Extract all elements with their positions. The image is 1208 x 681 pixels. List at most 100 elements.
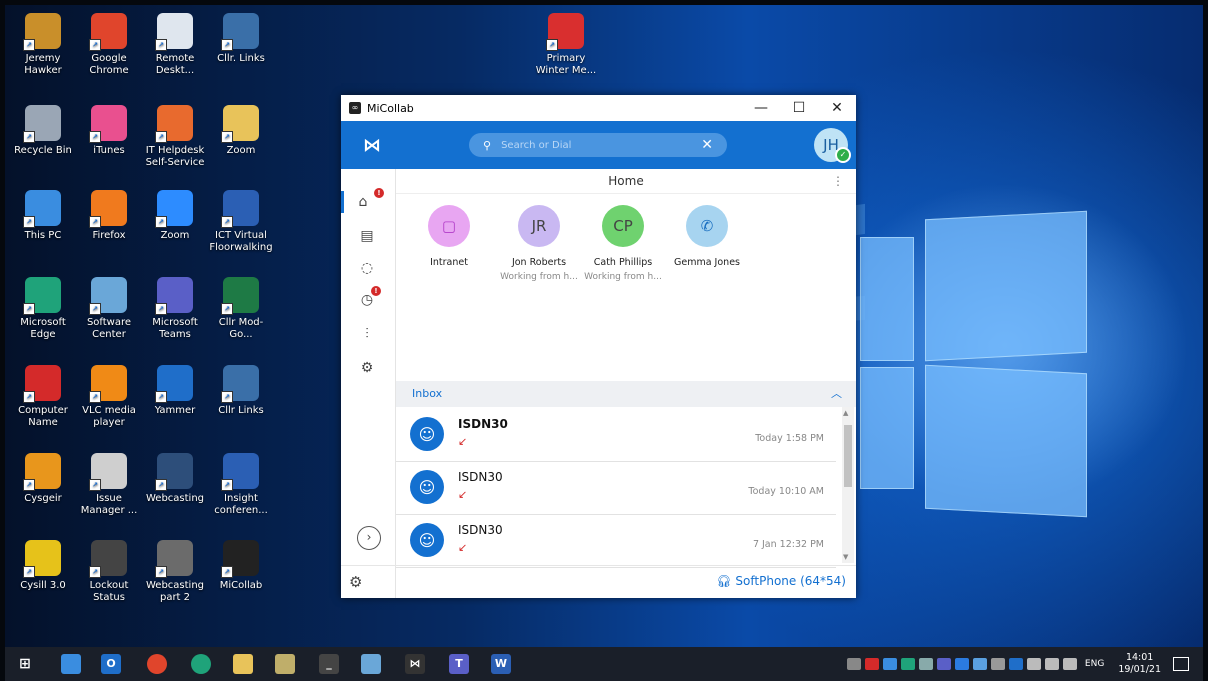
- desktop-icon[interactable]: ↗ Zoom: [208, 105, 274, 157]
- logo-pane: [925, 210, 1087, 362]
- favorite-contact[interactable]: ✆ Gemma Jones: [664, 205, 750, 272]
- desktop-icon[interactable]: ↗ Google Chrome: [76, 13, 142, 77]
- desktop-icon[interactable]: ↗ Jeremy Hawker: [10, 13, 76, 77]
- desktop-icon[interactable]: ↗ Cllr Links: [208, 365, 274, 417]
- desktop-icon[interactable]: ↗ Primary Winter Me...: [533, 13, 599, 77]
- contacts-nav-button[interactable]: ▤: [355, 225, 379, 247]
- desktop-icon[interactable]: ↗ iTunes: [76, 105, 142, 157]
- inbox-item[interactable]: ☺ ISDN30 ↙ Today 10:10 AM: [396, 462, 836, 515]
- desktop-icon[interactable]: ↗ Software Center: [76, 277, 142, 341]
- desktop-icon[interactable]: ↗ This PC: [10, 190, 76, 242]
- bluetooth-icon[interactable]: [1008, 658, 1023, 670]
- desktop-icon[interactable]: ↗ Microsoft Teams: [142, 277, 208, 341]
- taskbar-explorer-icon[interactable]: [61, 654, 81, 674]
- tray-icon[interactable]: [954, 658, 969, 670]
- tray-icon[interactable]: [900, 658, 915, 670]
- tray-icon[interactable]: [864, 658, 879, 670]
- search-bar[interactable]: ⚲ Search or Dial ✕: [469, 133, 727, 157]
- start-button[interactable]: ⊞: [15, 654, 35, 674]
- desktop-icon[interactable]: ↗ Issue Manager ...: [76, 453, 142, 517]
- tray-icon[interactable]: [918, 658, 933, 670]
- search-input[interactable]: Search or Dial: [501, 140, 571, 151]
- desktop-icon[interactable]: ↗ Computer Name: [10, 365, 76, 429]
- desktop-icon[interactable]: ↗ MiCollab: [208, 540, 274, 592]
- close-button[interactable]: ✕: [818, 100, 856, 116]
- inbox-item[interactable]: ☺ ISDN30 ↙ 7 Jan 12:32 PM: [396, 515, 836, 568]
- desktop-icon[interactable]: ↗ Cysgeir: [10, 453, 76, 505]
- user-avatar[interactable]: JH ✓: [814, 128, 851, 163]
- scroll-thumb[interactable]: [844, 425, 852, 487]
- network-icon[interactable]: [1044, 658, 1059, 670]
- desktop-icon[interactable]: ↗ Cllr Mod-Go...: [208, 277, 274, 341]
- tray-icon[interactable]: [882, 658, 897, 670]
- desktop-icon[interactable]: ↗ Lockout Status: [76, 540, 142, 604]
- favorite-contact[interactable]: CP Cath Phillips Working from h...: [580, 205, 666, 282]
- app-header: ⋈ ⚲ Search or Dial ✕ JH ✓: [341, 121, 856, 169]
- scroll-down-icon[interactable]: ▼: [843, 553, 848, 561]
- power-icon[interactable]: [1026, 658, 1041, 670]
- taskbar-sticky-notes-icon[interactable]: [233, 654, 253, 674]
- scroll-up-icon[interactable]: ▲: [843, 409, 848, 417]
- desktop-icon[interactable]: ↗ Remote Deskt...: [142, 13, 208, 77]
- inbox-header[interactable]: Inbox ︿: [396, 381, 856, 407]
- taskbar-remote-icon[interactable]: [361, 654, 381, 674]
- desktop-icon[interactable]: ↗ Microsoft Edge: [10, 277, 76, 341]
- desktop-icon[interactable]: ↗ Insight conferen...: [208, 453, 274, 517]
- shortcut-arrow-icon: ↗: [23, 303, 35, 315]
- micollab-window[interactable]: ∞ MiCollab — ☐ ✕ ⋈ ⚲ Search or Dial ✕ JH…: [341, 95, 856, 598]
- desktop-icon[interactable]: ↗ Cysill 3.0: [10, 540, 76, 592]
- contact-status: Working from h...: [500, 272, 578, 282]
- maximize-button[interactable]: ☐: [780, 100, 818, 116]
- contact-name: Cath Phillips: [593, 257, 653, 268]
- expand-rail-button[interactable]: ›: [357, 526, 381, 550]
- favorite-contact[interactable]: ▢ Intranet: [406, 205, 492, 272]
- clock[interactable]: 14:01 19/01/21: [1118, 652, 1161, 676]
- title-bar[interactable]: ∞ MiCollab — ☐ ✕: [341, 95, 856, 121]
- volume-icon[interactable]: [1062, 658, 1077, 670]
- more-options-icon[interactable]: ⋮: [832, 169, 844, 193]
- tray-icon[interactable]: [846, 658, 861, 670]
- desktop-icon[interactable]: ↗ Recycle Bin: [10, 105, 76, 157]
- taskbar-micollab-icon[interactable]: ⋈: [405, 654, 425, 674]
- language-indicator[interactable]: ENG: [1085, 659, 1104, 669]
- shortcut-arrow-icon: ↗: [221, 216, 233, 228]
- desktop-icon[interactable]: ↗ IT Helpdesk Self-Service: [142, 105, 208, 169]
- taskbar-outlook-icon[interactable]: O: [101, 654, 121, 674]
- desktop-icon[interactable]: ↗ Zoom: [142, 190, 208, 242]
- home-nav-button[interactable]: ⌂!: [341, 188, 384, 213]
- desktop-icon[interactable]: ↗ Webcasting part 2: [142, 540, 208, 604]
- taskbar-terminal-icon[interactable]: _: [319, 654, 339, 674]
- desktop-icon[interactable]: ↗ Firefox: [76, 190, 142, 242]
- taskbar-eraser-icon[interactable]: [275, 654, 295, 674]
- chevron-up-icon[interactable]: ︿: [831, 381, 842, 407]
- taskbar-chrome-icon[interactable]: [147, 654, 167, 674]
- desktop-icon[interactable]: ↗ Yammer: [142, 365, 208, 417]
- desktop-icon[interactable]: ↗ VLC media player: [76, 365, 142, 429]
- user-icon: ☺: [410, 523, 444, 557]
- desktop-icon-label: Webcasting part 2: [145, 580, 205, 603]
- clear-search-icon[interactable]: ✕: [701, 137, 713, 153]
- inbox-item[interactable]: ☺ ISDN30 ↙ Today 1:58 PM: [396, 409, 836, 462]
- tray-icon[interactable]: [990, 658, 1005, 670]
- settings-icon[interactable]: ⚙: [349, 573, 362, 591]
- desktop-icon[interactable]: ↗ Cllr. Links: [208, 13, 274, 65]
- favorite-contact[interactable]: JR Jon Roberts Working from h...: [496, 205, 582, 282]
- caller-name: ISDN30: [458, 470, 503, 484]
- teams-icon: ↗: [155, 277, 193, 315]
- onedrive-icon[interactable]: [972, 658, 987, 670]
- settings-nav-button[interactable]: ⚙: [355, 357, 379, 379]
- voicemail-nav-button[interactable]: ⫶: [355, 323, 379, 345]
- desktop-icon[interactable]: ↗ Webcasting: [142, 453, 208, 505]
- history-nav-button[interactable]: ◷!: [355, 286, 381, 311]
- notifications-icon[interactable]: [1173, 657, 1189, 671]
- tray-icon[interactable]: [936, 658, 951, 670]
- inbox-scrollbar[interactable]: ▲ ▼: [842, 407, 854, 563]
- taskbar-teams-icon[interactable]: T: [449, 654, 469, 674]
- desktop-icon[interactable]: ↗ ICT Virtual Floorwalking: [208, 190, 274, 254]
- softphone-status[interactable]: 🎧︎ SoftPhone (64*54): [716, 574, 846, 588]
- chat-nav-button[interactable]: ◌: [355, 257, 379, 279]
- taskbar-word-icon[interactable]: W: [491, 654, 511, 674]
- webpage-icon: ▢: [428, 205, 470, 247]
- minimize-button[interactable]: —: [742, 100, 780, 116]
- taskbar-edge-icon[interactable]: [191, 654, 211, 674]
